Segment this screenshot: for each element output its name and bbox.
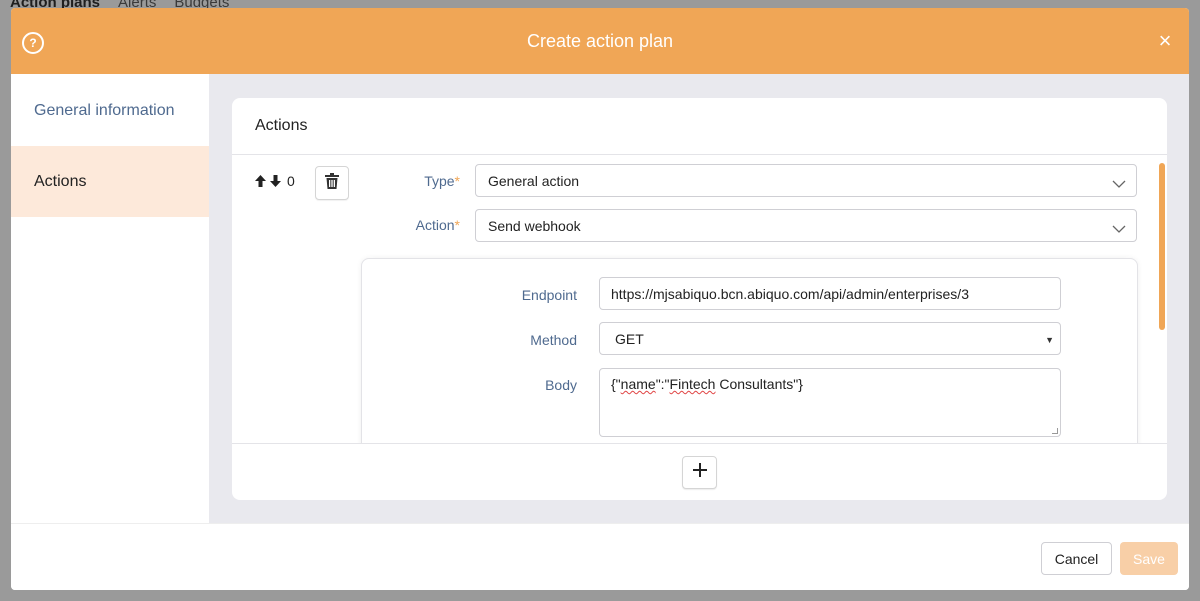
spellcheck-word: name [620,376,656,392]
body-textarea[interactable]: {"name":"Fintech Consultants"} [599,368,1061,437]
caret-down-icon: ▼ [1045,335,1054,345]
chevron-down-icon [1112,221,1126,237]
sidenav: General information Actions [11,74,209,523]
cancel-button[interactable]: Cancel [1041,542,1112,575]
arrow-up-icon[interactable] [254,174,267,188]
required-mark: * [454,173,460,189]
body-text: ":" [655,376,670,392]
body-text: {" [611,376,621,392]
action-label: Action* [382,217,460,233]
add-action-button[interactable] [682,456,717,489]
create-action-plan-modal: ? Create action plan × General informati… [11,8,1189,590]
method-select[interactable]: GET ▼ [599,322,1061,355]
spellcheck-word: Fintech [669,376,716,392]
body-text: Consultants"} [715,376,803,392]
scrollbar[interactable] [1159,163,1165,330]
endpoint-input[interactable]: https://mjsabiquo.bcn.abiquo.com/api/adm… [599,277,1061,310]
action-label-text: Action [415,217,455,233]
action-select[interactable]: Send webhook [475,209,1137,242]
sidenav-item-label: Actions [34,172,87,190]
sidenav-item-label: General information [34,101,175,119]
resize-handle[interactable] [1052,428,1058,434]
chevron-down-icon [1112,176,1126,192]
actions-card-title: Actions [232,98,1167,155]
action-select-value: Send webhook [488,217,581,234]
actions-card: Actions 0 Type* General action Action* S… [232,98,1167,500]
body-label: Body [545,377,577,393]
modal-title: Create action plan [526,30,674,51]
type-select[interactable]: General action [475,164,1137,197]
required-mark: * [454,217,460,233]
save-button[interactable]: Save [1120,542,1178,575]
type-label-text: Type [424,173,455,189]
sidenav-item-actions[interactable]: Actions [11,146,209,217]
method-select-value: GET [615,330,644,347]
modal-body: General information Actions Actions 0 Ty… [11,74,1189,523]
plus-icon [692,463,707,482]
trash-icon [325,172,339,194]
actions-card-footer [232,443,1167,500]
type-label: Type* [382,173,460,189]
action-index: 0 [287,173,295,189]
modal-footer: Cancel Save [11,523,1189,590]
delete-action-button[interactable] [315,166,349,200]
modal-header: ? Create action plan × [11,8,1189,74]
webhook-settings-panel: Endpoint https://mjsabiquo.bcn.abiquo.co… [361,258,1138,443]
action-item: 0 Type* General action Action* Send webh… [232,155,1167,443]
reorder-controls: 0 [254,173,295,189]
sidenav-item-general-information[interactable]: General information [11,75,209,146]
type-select-value: General action [488,172,580,189]
arrow-down-icon[interactable] [269,174,282,188]
method-label: Method [530,332,577,348]
close-icon[interactable]: × [1155,30,1175,52]
endpoint-label: Endpoint [521,287,577,303]
endpoint-input-value: https://mjsabiquo.bcn.abiquo.com/api/adm… [611,285,969,302]
